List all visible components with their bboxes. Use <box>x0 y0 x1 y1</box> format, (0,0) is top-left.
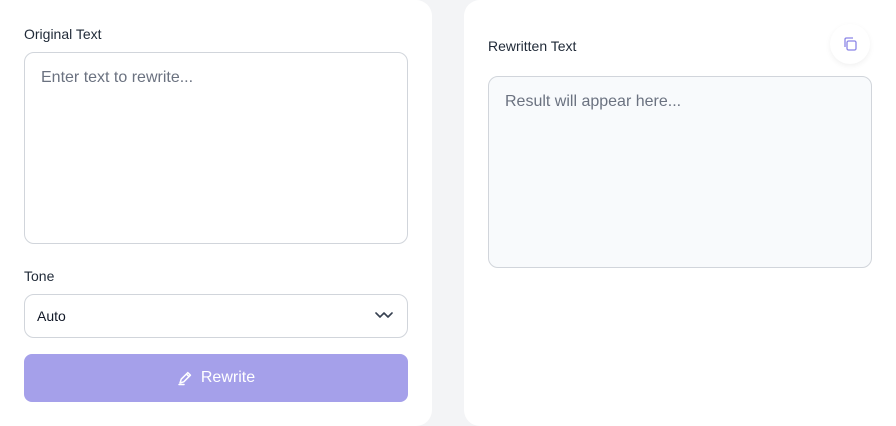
rewrite-button-label: Rewrite <box>200 369 256 386</box>
tone-select[interactable]: Auto <box>24 294 408 338</box>
tone-select-value: Auto <box>37 308 66 324</box>
original-panel: Original Text Tone Auto Rewrite <box>0 0 432 426</box>
chevron-down-icon <box>375 311 393 321</box>
copy-button[interactable] <box>830 24 870 64</box>
rewrite-button[interactable]: Rewrite <box>24 354 408 402</box>
result-placeholder: Result will appear here... <box>505 93 682 110</box>
rewritten-text-output: Result will appear here... <box>488 76 872 268</box>
rewritten-panel: Rewritten Text Result will appear here..… <box>464 0 896 426</box>
original-text-label: Original Text <box>24 26 102 42</box>
original-text-input[interactable] <box>24 52 408 244</box>
pen-icon <box>177 370 193 386</box>
tone-label: Tone <box>24 268 55 284</box>
rewritten-text-label: Rewritten Text <box>488 38 577 54</box>
copy-icon <box>842 36 858 52</box>
